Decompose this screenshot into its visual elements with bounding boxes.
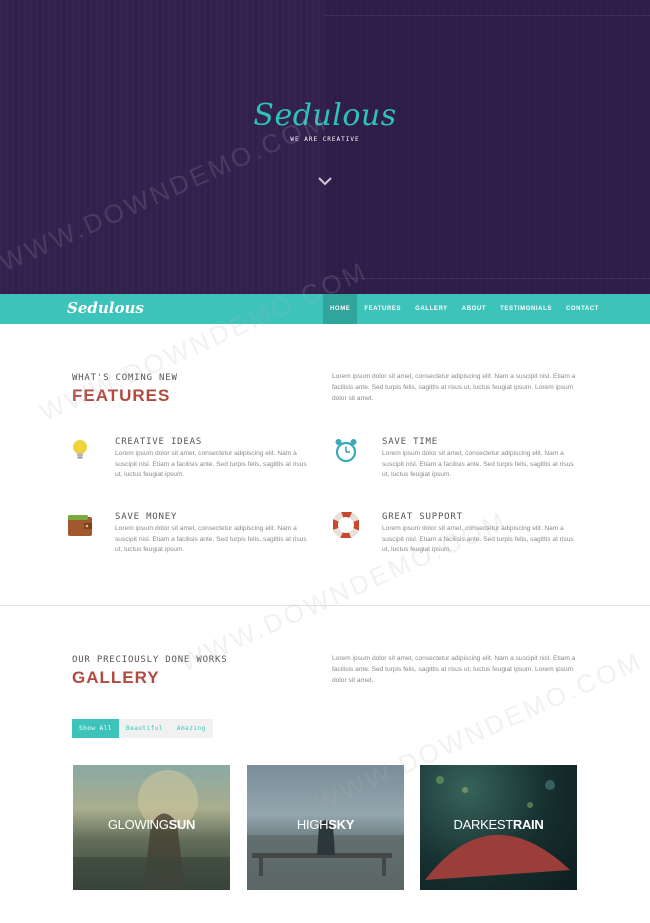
section-divider — [0, 605, 650, 606]
gallery-item-glowing-sun[interactable]: GLOWINGSUN — [73, 765, 230, 890]
filter-beautiful-button[interactable]: Beautiful — [119, 719, 170, 738]
filter-show-all-button[interactable]: Show All — [72, 719, 119, 738]
filter-amazing-button[interactable]: Amazing — [170, 719, 213, 738]
hero-tagline: WE ARE CREATIVE — [290, 136, 360, 143]
gallery-caption: HIGHSKY — [296, 817, 355, 832]
nav-menu: HOME FEATURES GALLERY ABOUT TESTIMONIALS… — [323, 294, 606, 324]
main-navbar: Sedulous HOME FEATURES GALLERY ABOUT TES… — [0, 294, 650, 324]
gallery-filter-bar: Show All Beautiful Amazing — [72, 719, 213, 738]
gallery-caption: GLOWINGSUN — [107, 817, 196, 832]
features-intro: Lorem ipsum dolor sit amet, consectetur … — [332, 373, 576, 402]
gallery-caption: DARKESTRAIN — [453, 817, 544, 832]
nav-logo[interactable]: Sedulous — [67, 299, 144, 317]
feature-text: Lorem ipsum dolor sit amet, consectetur … — [382, 525, 574, 553]
hero-divider-bottom — [325, 278, 650, 279]
features-kicker: WHAT'S COMING NEW — [72, 373, 178, 383]
gallery-heading: GALLERY — [72, 668, 160, 687]
nav-item-contact[interactable]: CONTACT — [559, 294, 606, 324]
feature-title: SAVE MONEY — [115, 512, 178, 522]
feature-text: Lorem ipsum dolor sit amet, consectetur … — [382, 450, 574, 478]
hero-section: Sedulous WE ARE CREATIVE — [0, 0, 650, 294]
nav-item-home[interactable]: HOME — [323, 294, 358, 324]
gallery-item-high-sky[interactable]: HIGHSKY — [247, 765, 404, 890]
hero-logo: Sedulous — [253, 98, 397, 133]
hero-overlay — [325, 0, 650, 294]
alarm-clock-icon — [335, 439, 357, 463]
feature-text: Lorem ipsum dolor sit amet, consectetur … — [115, 450, 307, 478]
feature-title: CREATIVE IDEAS — [115, 437, 203, 447]
nav-item-gallery[interactable]: GALLERY — [408, 294, 455, 324]
feature-title: GREAT SUPPORT — [382, 512, 463, 522]
wallet-icon — [68, 515, 92, 536]
hero-divider-top — [325, 15, 650, 16]
lightbulb-icon — [73, 440, 87, 459]
nav-item-about[interactable]: ABOUT — [455, 294, 493, 324]
feature-text: Lorem ipsum dolor sit amet, consectetur … — [115, 525, 307, 553]
gallery-kicker: OUR PRECIOUSLY DONE WORKS — [72, 655, 228, 665]
gallery-item-darkest-rain[interactable]: DARKESTRAIN — [420, 765, 577, 890]
gallery-intro: Lorem ipsum dolor sit amet, consectetur … — [332, 655, 576, 684]
lifebuoy-icon — [333, 512, 359, 538]
nav-item-testimonials[interactable]: TESTIMONIALS — [493, 294, 559, 324]
features-heading: FEATURES — [72, 386, 171, 405]
nav-item-features[interactable]: FEATURES — [357, 294, 408, 324]
chevron-down-icon[interactable] — [317, 175, 333, 187]
feature-title: SAVE TIME — [382, 437, 438, 447]
